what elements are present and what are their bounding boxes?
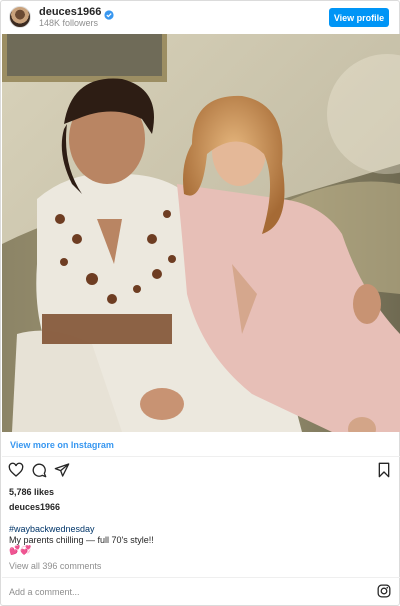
username-row: deuces1966 xyxy=(39,6,114,20)
share-icon[interactable] xyxy=(54,462,70,478)
post-header: deuces1966 148K followers View profile xyxy=(1,1,399,34)
action-bar xyxy=(8,462,70,478)
instagram-embed-card: deuces1966 148K followers View profile V… xyxy=(0,0,400,606)
heart-icon[interactable] xyxy=(8,462,24,478)
hashtag-link[interactable]: #waybackwednesday xyxy=(9,524,95,534)
follower-count: 148K followers xyxy=(39,18,99,28)
add-comment-field[interactable]: Add a comment... xyxy=(9,587,80,597)
comment-icon[interactable] xyxy=(31,462,47,478)
caption-emojis: 💕💞 xyxy=(9,545,32,555)
username[interactable]: deuces1966 xyxy=(39,6,101,18)
post-photo[interactable] xyxy=(2,34,400,432)
bookmark-icon[interactable] xyxy=(377,462,391,483)
avatar[interactable] xyxy=(9,6,31,28)
view-more-link[interactable]: View more on Instagram xyxy=(10,440,114,450)
divider xyxy=(2,577,400,578)
divider xyxy=(2,456,400,457)
post-caption: My parents chilling — full 70's style!! xyxy=(9,535,154,545)
like-count[interactable]: 5,786 likes xyxy=(9,487,54,497)
instagram-logo-icon[interactable] xyxy=(377,584,391,603)
view-comments-link[interactable]: View all 396 comments xyxy=(9,561,101,571)
view-profile-button[interactable]: View profile xyxy=(329,8,389,27)
post-author[interactable]: deuces1966 xyxy=(9,502,60,512)
verified-badge-icon xyxy=(104,7,114,20)
